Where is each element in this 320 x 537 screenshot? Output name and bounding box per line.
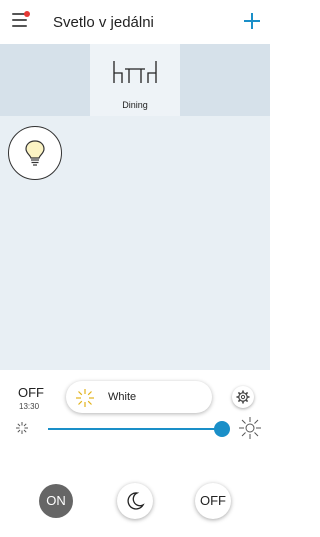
power-controls: ON OFF [0,482,270,522]
night-mode-button[interactable] [117,483,153,519]
bulb-icon [25,140,45,166]
brightness-slider[interactable] [48,428,222,430]
color-mode-button[interactable]: White [66,381,212,413]
room-tile-dining[interactable]: Dining [90,44,180,116]
top-bar: Svetlo v jedálni [0,0,270,44]
settings-button[interactable] [232,386,254,408]
room-selector: Dining [0,44,270,116]
off-button[interactable]: OFF [195,483,231,519]
brightness-max-icon [239,417,261,439]
menu-button[interactable] [12,11,30,29]
light-status: OFF 13:30 [18,385,44,411]
color-mode-label: White [108,391,137,403]
status-time: 13:30 [19,402,40,411]
sun-icon [76,389,94,407]
gear-icon [236,390,250,404]
brightness-slider-row [0,417,270,439]
status-label: OFF [18,385,44,400]
plus-icon[interactable] [242,11,262,31]
on-button[interactable]: ON [39,484,73,518]
page-title: Svetlo v jedálni [53,14,154,31]
light-canvas [0,116,270,370]
moon-icon [127,492,145,510]
brightness-min-icon [16,422,28,434]
room-label: Dining [122,100,148,110]
light-bulb-button[interactable] [8,126,62,180]
notification-dot [24,11,30,17]
dining-table-icon [113,61,157,83]
brightness-slider-thumb[interactable] [214,421,230,437]
